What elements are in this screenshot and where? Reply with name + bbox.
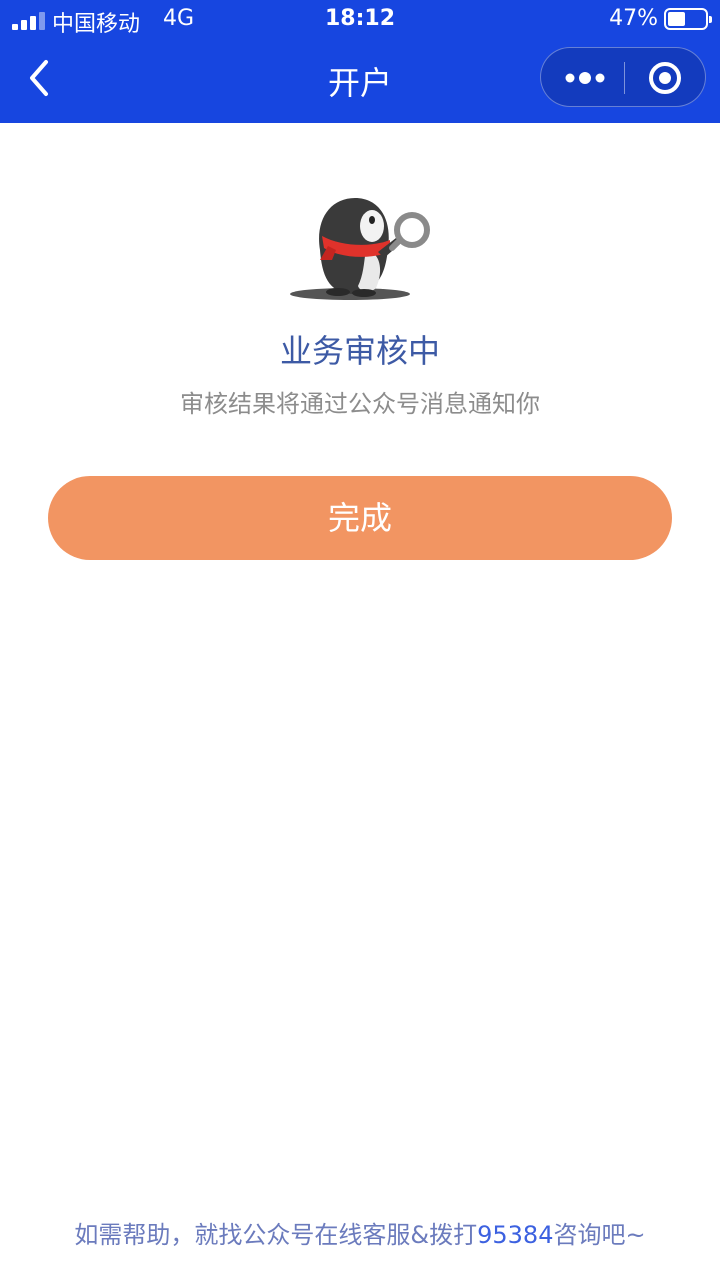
status-bar: 中国移动 4G 18:12 47% [0, 0, 720, 40]
nav-bar: 开户 [0, 40, 720, 123]
status-subtitle: 审核结果将通过公众号消息通知你 [180, 390, 540, 418]
hotline-link[interactable]: 95384 [477, 1221, 553, 1249]
close-mini-program-button[interactable] [647, 60, 683, 96]
battery-percent: 47% [609, 6, 658, 31]
help-footer: 如需帮助，就找公众号在线客服&拨打95384咨询吧~ [0, 1215, 720, 1250]
penguin-magnifier-illustration [290, 198, 430, 300]
battery-fill [668, 12, 685, 26]
done-button[interactable]: 完成 [48, 476, 672, 560]
page: 中国移动 4G 18:12 47% 开户 业务审核中 审核结果将通过公众号消息通… [0, 0, 720, 1280]
status-heading: 业务审核中 [279, 332, 440, 370]
target-close-icon [649, 62, 681, 94]
top-bar: 中国移动 4G 18:12 47% 开户 [0, 0, 720, 123]
capsule-divider [624, 62, 625, 94]
help-text-end: 咨询吧~ [553, 1221, 646, 1249]
more-dots-icon [565, 72, 605, 84]
more-button[interactable] [563, 66, 607, 90]
help-text: 如需帮助，就找公众号在线客服&拨打 [74, 1221, 478, 1249]
battery-icon [664, 8, 712, 30]
mini-program-capsule [540, 47, 706, 107]
